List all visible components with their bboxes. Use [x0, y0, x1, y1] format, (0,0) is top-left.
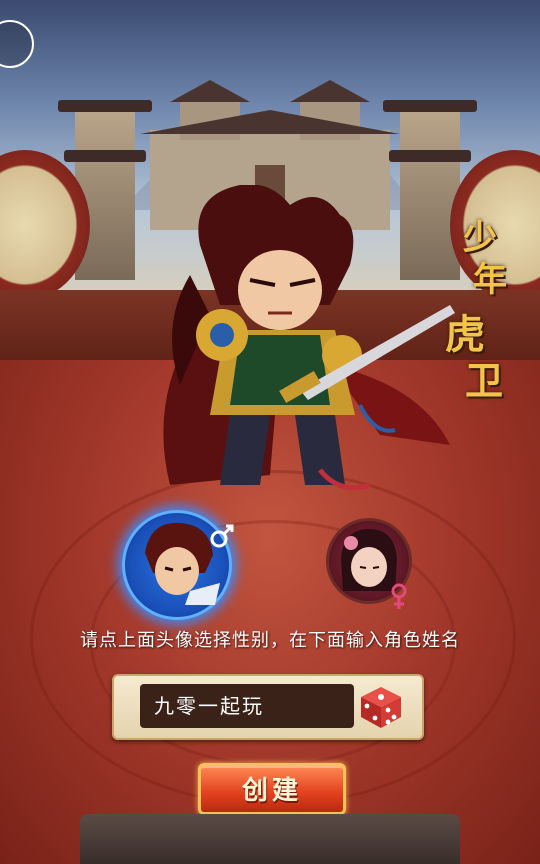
- male-symbol-icon: [210, 524, 234, 548]
- female-symbol-icon: [391, 583, 407, 609]
- character-name-input[interactable]: 九零一起玩: [140, 684, 354, 728]
- female-avatar[interactable]: [326, 518, 412, 609]
- hero-character: [163, 185, 455, 491]
- right-tower-roof: [383, 100, 477, 112]
- title-char-4: 卫: [465, 358, 504, 403]
- left-tower-roof-lower: [64, 150, 146, 162]
- game-scene: 少 年 虎 卫 请点上面头像选择性别，在下面输入角色姓名 九零一起玩 创建: [0, 0, 540, 864]
- name-input-panel: 九零一起玩: [112, 674, 424, 740]
- right-tower-roof-lower: [389, 150, 471, 162]
- character-title: 少 年 虎 卫: [445, 210, 515, 403]
- dice-icon[interactable]: [358, 684, 404, 730]
- bottom-pedestal: [80, 814, 460, 864]
- gender-name-instruction: 请点上面头像选择性别，在下面输入角色姓名: [80, 630, 460, 651]
- title-char-2: 年: [473, 260, 507, 300]
- create-button[interactable]: 创建: [198, 763, 346, 815]
- left-tower-roof: [58, 100, 152, 112]
- male-avatar[interactable]: [122, 510, 234, 620]
